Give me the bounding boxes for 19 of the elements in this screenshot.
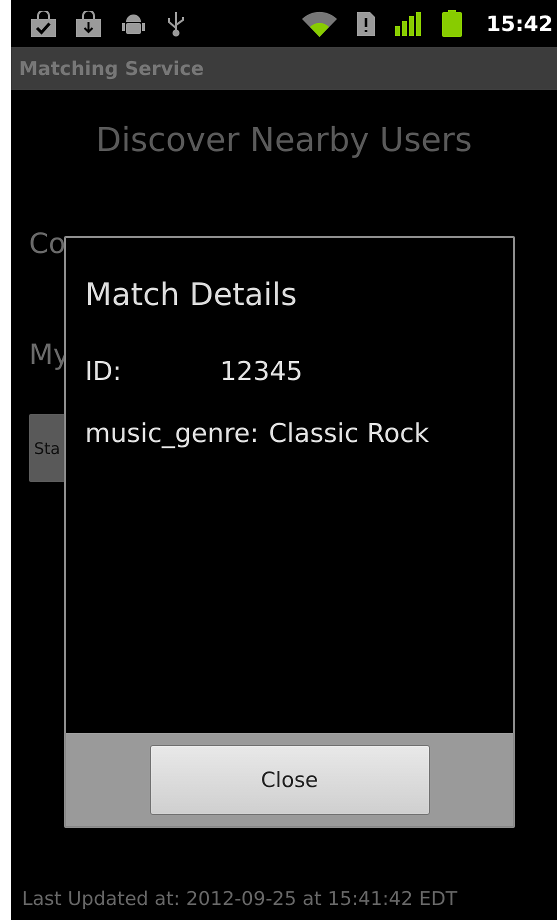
field-value: Classic Rock <box>268 418 430 451</box>
checkmark-bag-icon <box>31 10 56 36</box>
dialog-title: Match Details <box>84 276 298 315</box>
robot-icon <box>121 12 146 36</box>
app-title: Matching Service <box>19 58 204 80</box>
usb-icon <box>166 10 186 38</box>
close-button[interactable]: Close <box>150 744 430 814</box>
coordinates-label: Co <box>29 226 66 262</box>
wifi-icon <box>302 10 338 36</box>
signal-icon <box>395 12 422 36</box>
page-heading: Discover Nearby Users <box>94 119 474 161</box>
download-bag-icon <box>76 10 101 36</box>
last-updated-text: Last Updated at: 2012-09-25 at 15:41:42 EDT <box>21 887 458 912</box>
field-key: ID: <box>85 352 210 392</box>
clock: 15:42 <box>486 12 553 36</box>
field-value: 12345 <box>220 356 303 389</box>
sim-card-icon <box>357 12 376 36</box>
field-key: music_genre: <box>85 414 259 454</box>
battery-icon <box>442 10 462 37</box>
